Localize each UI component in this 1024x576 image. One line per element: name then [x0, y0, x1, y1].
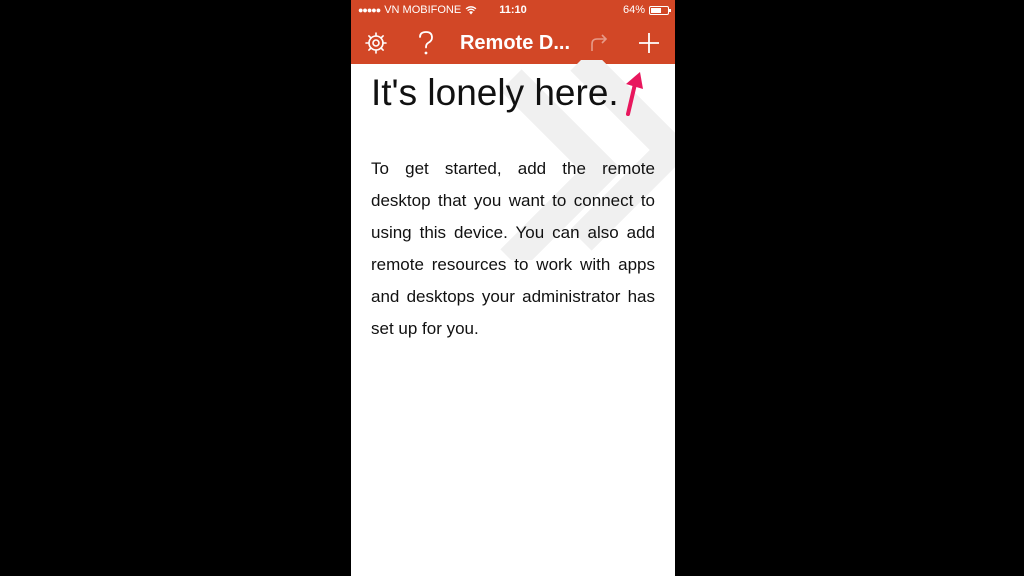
settings-button[interactable] — [363, 22, 389, 64]
refresh-icon — [591, 34, 608, 51]
question-icon — [419, 31, 433, 55]
battery-percent: 64% — [622, 4, 645, 16]
empty-state-heading: It's lonely here. — [371, 72, 619, 113]
refresh-button[interactable] — [587, 22, 611, 64]
add-button[interactable] — [636, 22, 662, 64]
battery-icon — [649, 5, 671, 15]
navigation-bar: Remote D... — [351, 22, 675, 64]
plus-icon — [639, 33, 659, 53]
annotation-arrow-icon — [626, 72, 643, 116]
status-bar: ●●●●● VN MOBIFONE 11:10 64% — [351, 0, 675, 22]
battery-group: 64% — [622, 4, 671, 16]
help-button[interactable] — [413, 22, 439, 64]
gear-icon — [365, 32, 387, 54]
page-title: Remote D... — [459, 32, 571, 54]
battery-fill — [651, 7, 662, 13]
empty-state-message: To get started, add the remote desktop t… — [371, 159, 655, 338]
